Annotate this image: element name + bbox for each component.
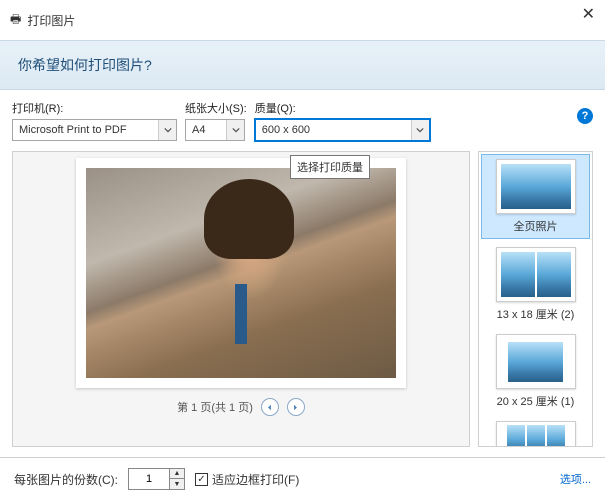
window-title: 打印图片 [27,12,75,29]
layout-label: 全页照片 [484,218,587,234]
fit-frame-label: 适应边框打印(F) [212,471,299,488]
pager-text: 第 1 页(共 1 页) [177,399,253,415]
quality-label: 质量(Q): [255,100,430,116]
layout-20x25[interactable]: 20 x 25 厘米 (1) [479,328,592,415]
chevron-down-icon [158,120,176,140]
copies-label: 每张图片的份数(C): [14,471,118,488]
layout-list[interactable]: 全页照片 13 x 18 厘米 (2) 20 x 25 厘米 (1) [478,151,593,447]
layout-label: 20 x 25 厘米 (1) [483,393,588,409]
options-link[interactable]: 选项... [560,471,591,487]
layout-label: 13 x 18 厘米 (2) [483,306,588,322]
preview-paper [76,158,406,388]
spinner-down[interactable]: ▼ [170,479,184,489]
next-page-button[interactable] [287,398,305,416]
quality-select[interactable]: 600 x 600 [255,119,430,141]
chevron-down-icon [411,120,429,140]
printer-icon: 🖶 [10,10,21,31]
spinner-up[interactable]: ▲ [170,469,184,479]
chevron-down-icon [226,120,244,140]
fit-frame-checkbox[interactable]: ✓ 适应边框打印(F) [195,471,299,488]
preview-photo [86,168,396,378]
checkbox-box: ✓ [195,473,208,486]
printer-label: 打印机(R): [12,100,177,116]
layout-13x18[interactable]: 13 x 18 厘米 (2) [479,241,592,328]
printer-value: Microsoft Print to PDF [13,124,158,136]
copies-spinner[interactable]: ▲ ▼ [128,468,185,490]
quality-tooltip: 选择打印质量 [290,155,370,179]
printer-select[interactable]: Microsoft Print to PDF [12,119,177,141]
preview-pane: 第 1 页(共 1 页) [12,151,470,447]
layout-more[interactable] [479,415,592,447]
quality-value: 600 x 600 [256,124,411,136]
layout-full-page[interactable]: 全页照片 [481,154,590,239]
prev-page-button[interactable] [261,398,279,416]
copies-input[interactable] [129,469,169,489]
header-question: 你希望如何打印图片? [0,40,605,90]
paper-label: 纸张大小(S): [185,100,247,116]
help-icon[interactable]: ? [577,108,593,124]
close-icon[interactable]: ✕ [582,4,595,24]
paper-select[interactable]: A4 [185,119,245,141]
paper-value: A4 [186,124,226,136]
